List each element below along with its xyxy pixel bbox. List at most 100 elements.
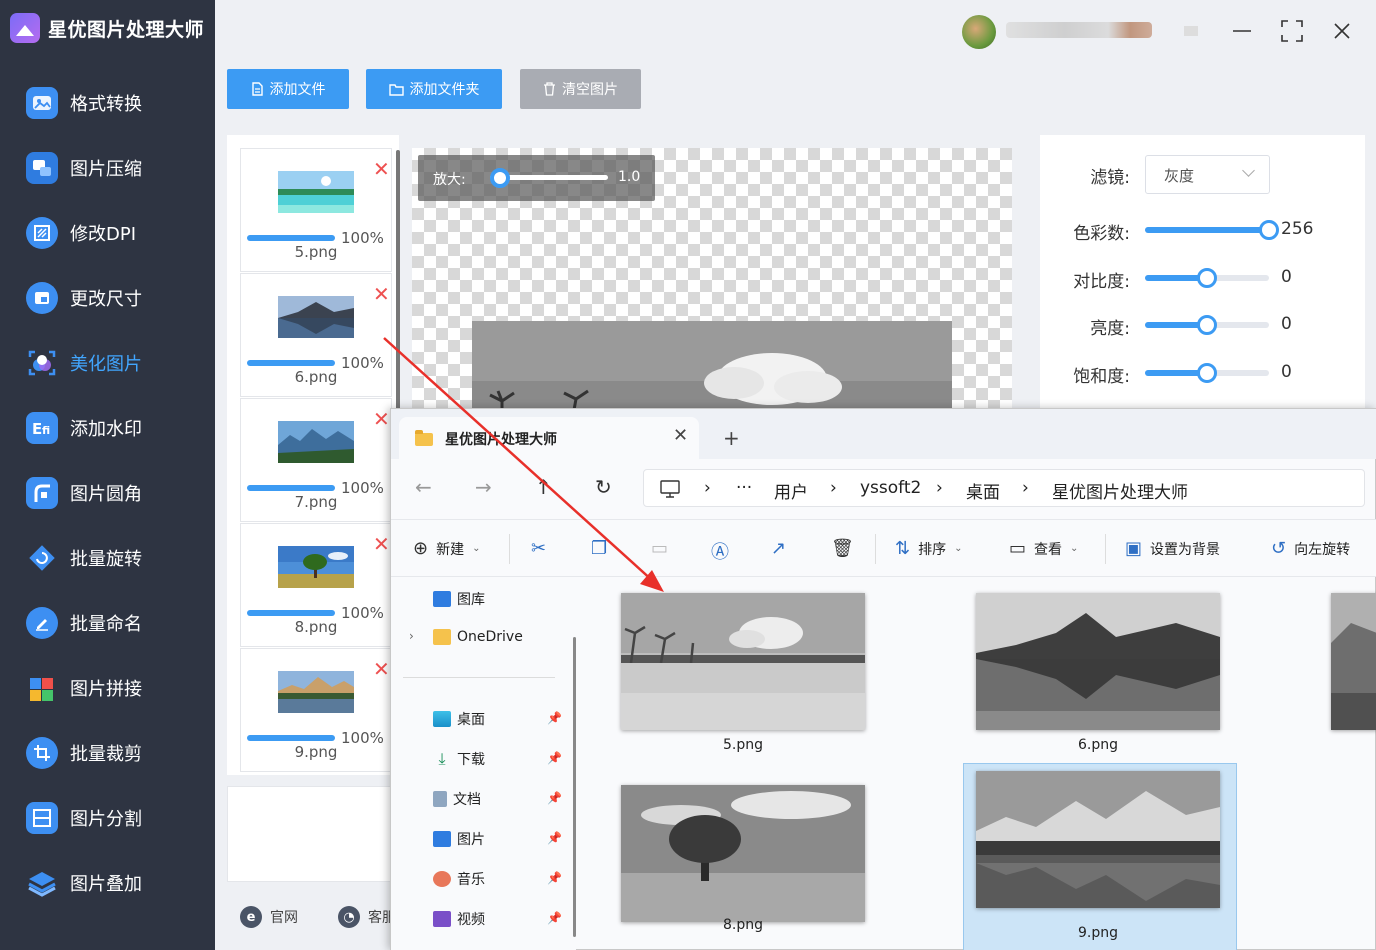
- sidebar-item-modify-dpi[interactable]: 修改DPI: [0, 200, 215, 265]
- color-count-slider[interactable]: [1145, 220, 1279, 240]
- maximize-button[interactable]: [1275, 14, 1309, 48]
- share-button[interactable]: ↗: [771, 538, 786, 559]
- delete-icon[interactable]: ✕: [373, 659, 390, 679]
- sidebar-item-batch-rotate[interactable]: 批量旋转: [0, 525, 215, 590]
- filter-select[interactable]: 灰度: [1145, 155, 1270, 194]
- customer-service-link[interactable]: ◔ 客服: [338, 906, 396, 928]
- address-bar[interactable]: › ··· 用户 › yssoft2 › 桌面 › 星优图片处理大师: [643, 469, 1365, 507]
- slider-thumb[interactable]: [1197, 363, 1217, 383]
- file-explorer-window: 星优图片处理大师 ✕ + ← → ↑ ↻ › ··· 用户 › yssoft2 …: [390, 408, 1376, 950]
- more-icon[interactable]: ···: [736, 478, 752, 498]
- nav-desktop[interactable]: 桌面: [433, 709, 485, 729]
- refresh-icon[interactable]: ↻: [595, 475, 612, 499]
- rename-button[interactable]: Ⓐ: [711, 538, 729, 564]
- avatar[interactable]: [962, 15, 996, 49]
- saturation-slider[interactable]: [1145, 363, 1269, 383]
- close-tab-icon[interactable]: ✕: [673, 425, 688, 446]
- delete-icon[interactable]: ✕: [373, 159, 390, 179]
- expand-chevron-icon[interactable]: ›: [409, 629, 414, 643]
- file-list-item[interactable]: ✕ 100% 5.png: [240, 148, 392, 272]
- delete-icon[interactable]: ✕: [373, 534, 390, 554]
- pin-icon[interactable]: 📌: [547, 911, 562, 925]
- thumbnail-5: [278, 171, 354, 213]
- chat-icon: ◔: [338, 906, 360, 928]
- clear-images-button[interactable]: 清空图片: [520, 69, 641, 109]
- minimize-button[interactable]: [1225, 14, 1259, 48]
- forward-arrow-icon[interactable]: →: [475, 475, 492, 499]
- contrast-slider[interactable]: [1145, 268, 1269, 288]
- set-background-button[interactable]: ▣ 设置为背景: [1125, 538, 1220, 559]
- file-name: 9.png: [1077, 925, 1118, 941]
- scissors-icon: ✂: [531, 538, 547, 559]
- sidebar-item-batch-crop[interactable]: 批量裁剪: [0, 720, 215, 785]
- sidebar-item-batch-rename[interactable]: 批量命名: [0, 590, 215, 655]
- sort-label: 排序: [918, 541, 947, 558]
- sort-button[interactable]: ⇅ 排序 ⌄: [895, 538, 962, 559]
- nav-downloads[interactable]: ⤓ 下载: [433, 749, 485, 769]
- path-segment[interactable]: 星优图片处理大师: [1052, 478, 1188, 503]
- zoom-label: 放大:: [433, 172, 466, 188]
- file-list-item[interactable]: ✕ 100% 6.png: [240, 273, 392, 397]
- new-button[interactable]: ⊕ 新建 ⌄: [413, 538, 480, 559]
- rotate-left-button[interactable]: ↺ 向左旋转: [1271, 538, 1350, 559]
- share-icon: ↗: [771, 538, 787, 559]
- menu-icon[interactable]: [1174, 14, 1208, 48]
- pin-icon[interactable]: 📌: [547, 751, 562, 765]
- delete-icon[interactable]: ✕: [373, 284, 390, 304]
- file-list-scrollbar[interactable]: [396, 150, 400, 410]
- sidebar-item-image-overlay[interactable]: 图片叠加: [0, 850, 215, 915]
- sidebar-item-resize[interactable]: 更改尺寸: [0, 265, 215, 330]
- navigation-pane-scrollbar[interactable]: [573, 637, 576, 937]
- sidebar-item-beautify[interactable]: 美化图片: [0, 330, 215, 395]
- slider-thumb[interactable]: [1197, 268, 1217, 288]
- sidebar-item-format-convert[interactable]: 格式转换: [0, 70, 215, 135]
- nav-gallery[interactable]: 图库: [433, 589, 485, 609]
- sidebar-item-image-stitch[interactable]: 图片拼接: [0, 655, 215, 720]
- sidebar-item-image-split[interactable]: 图片分割: [0, 785, 215, 850]
- puzzle-icon: [26, 672, 58, 704]
- cut-button[interactable]: ✂: [531, 538, 546, 559]
- nav-label: 音乐: [457, 872, 485, 888]
- chevron-right-icon: ›: [704, 478, 711, 498]
- path-segment[interactable]: 桌面: [966, 478, 1000, 503]
- brightness-slider[interactable]: [1145, 315, 1269, 335]
- copy-button[interactable]: ❐: [591, 538, 607, 559]
- new-tab-button[interactable]: +: [723, 426, 740, 450]
- zoom-slider-thumb[interactable]: [489, 168, 510, 188]
- delete-button[interactable]: 🗑: [831, 538, 854, 559]
- path-segment[interactable]: 用户: [774, 478, 808, 503]
- sidebar-item-watermark[interactable]: Efi 添加水印: [0, 395, 215, 460]
- nav-documents[interactable]: 文档: [433, 789, 481, 809]
- paste-button[interactable]: ▭: [651, 538, 668, 559]
- file-list-item[interactable]: ✕ 100% 7.png: [240, 398, 392, 522]
- website-link[interactable]: e 官网: [240, 906, 298, 928]
- up-arrow-icon[interactable]: ↑: [535, 475, 552, 499]
- explorer-tab[interactable]: 星优图片处理大师 ✕: [399, 417, 699, 459]
- back-arrow-icon[interactable]: ←: [415, 475, 432, 499]
- path-segment[interactable]: yssoft2: [860, 478, 921, 498]
- slider-thumb[interactable]: [1197, 315, 1217, 335]
- view-button[interactable]: ▭ 查看 ⌄: [1009, 538, 1078, 559]
- explorer-navigation-bar: ← → ↑ ↻ › ··· 用户 › yssoft2 › 桌面 › 星优图片处理…: [391, 459, 1376, 519]
- sidebar-item-image-compress[interactable]: 图片压缩: [0, 135, 215, 200]
- chevron-right-icon: ›: [1022, 478, 1029, 498]
- nav-onedrive[interactable]: OneDrive: [433, 629, 523, 645]
- dpi-icon: [26, 216, 58, 249]
- pin-icon[interactable]: 📌: [547, 831, 562, 845]
- nav-music[interactable]: 音乐: [433, 869, 485, 889]
- nav-label: 视频: [457, 912, 485, 928]
- pin-icon[interactable]: 📌: [547, 711, 562, 725]
- pin-icon[interactable]: 📌: [547, 791, 562, 805]
- add-folder-button[interactable]: 添加文件夹: [366, 69, 502, 109]
- rotate-icon: [26, 542, 58, 574]
- file-list-item[interactable]: ✕ 100% 9.png: [240, 648, 392, 772]
- nav-videos[interactable]: 视频: [433, 909, 485, 929]
- pin-icon[interactable]: 📌: [547, 871, 562, 885]
- close-button[interactable]: [1325, 14, 1359, 48]
- delete-icon[interactable]: ✕: [373, 409, 390, 429]
- sidebar-item-round-corner[interactable]: 图片圆角: [0, 460, 215, 525]
- add-file-button[interactable]: 添加文件: [227, 69, 349, 109]
- file-list-item[interactable]: ✕ 100% 8.png: [240, 523, 392, 647]
- nav-pictures[interactable]: 图片: [433, 829, 485, 849]
- slider-thumb[interactable]: [1259, 220, 1279, 240]
